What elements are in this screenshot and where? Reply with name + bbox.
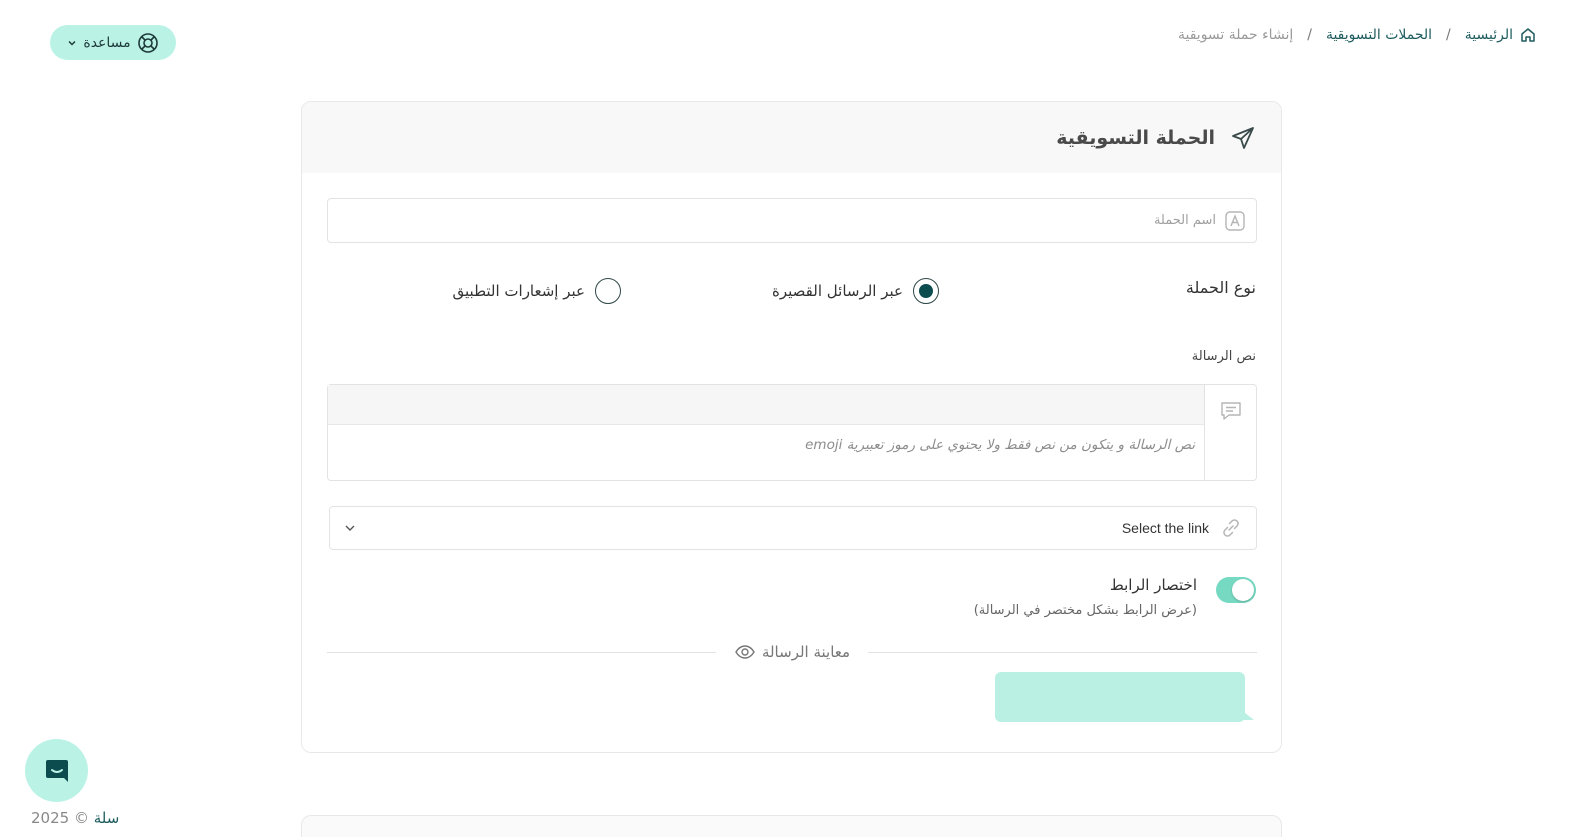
footer-brand[interactable]: سلة <box>94 809 120 827</box>
eye-icon <box>734 641 756 663</box>
breadcrumb: الرئيسية / الحملات التسويقية / إنشاء حمل… <box>1178 26 1537 44</box>
chat-icon <box>1219 399 1243 423</box>
paper-plane-icon <box>1229 124 1257 152</box>
shorten-link-subtitle: (عرض الرابط بشكل مختصر في الرسالة) <box>973 603 1197 618</box>
message-editor <box>327 384 1257 481</box>
next-card <box>301 815 1282 837</box>
message-textarea[interactable] <box>328 425 1204 480</box>
radio-push[interactable]: عبر إشعارات التطبيق <box>452 278 621 304</box>
home-icon[interactable] <box>1519 26 1537 44</box>
link-select[interactable]: Select the link <box>329 506 1257 550</box>
campaign-card: الحملة التسويقية نوع الحملة عبر الرسائل … <box>301 101 1282 753</box>
toggle-knob <box>1232 579 1254 601</box>
footer: 2025 © سلة <box>31 809 119 827</box>
shorten-link-toggle[interactable] <box>1216 577 1256 603</box>
editor-toolbar <box>328 385 1204 425</box>
preview-label-text: معاينة الرسالة <box>761 643 851 661</box>
help-button[interactable]: مساعدة <box>50 25 176 60</box>
letter-a-icon <box>1224 210 1246 232</box>
message-preview-bubble-tail <box>1240 709 1254 720</box>
preview-label: معاينة الرسالة <box>716 640 868 664</box>
footer-year: 2025 © <box>31 809 89 827</box>
card-title: الحملة التسويقية <box>1056 126 1215 149</box>
chat-bubble-icon <box>42 756 72 786</box>
campaign-type-label: نوع الحملة <box>1185 278 1256 297</box>
card-header: الحملة التسويقية <box>302 102 1281 173</box>
radio-push-label: عبر إشعارات التطبيق <box>452 282 586 300</box>
breadcrumb-separator: / <box>1307 27 1312 43</box>
radio-sms-label: عبر الرسائل القصيرة <box>772 282 903 300</box>
chevron-down-icon <box>344 522 356 534</box>
message-preview-bubble <box>995 672 1245 722</box>
lifebuoy-icon <box>137 32 159 54</box>
breadcrumb-separator: / <box>1446 27 1451 43</box>
link-select-value: Select the link <box>1121 520 1209 536</box>
radio-sms-dot[interactable] <box>913 278 939 304</box>
radio-sms[interactable]: عبر الرسائل القصيرة <box>772 278 939 304</box>
message-icon-area <box>1204 385 1256 480</box>
breadcrumb-campaigns-link[interactable]: الحملات التسويقية <box>1326 27 1432 43</box>
breadcrumb-home-link[interactable]: الرئيسية <box>1465 27 1513 43</box>
campaign-name-field <box>327 198 1257 243</box>
link-icon <box>1219 516 1243 540</box>
chevron-down-icon <box>67 38 77 48</box>
chat-launcher-button[interactable] <box>25 739 88 802</box>
campaign-name-input[interactable] <box>328 199 1216 242</box>
message-label: نص الرسالة <box>1191 349 1256 364</box>
breadcrumb-current: إنشاء حملة تسويقية <box>1177 27 1294 43</box>
help-label: مساعدة <box>83 34 131 51</box>
shorten-link-title: اختصار الرابط <box>1109 576 1197 594</box>
radio-push-dot[interactable] <box>595 278 621 304</box>
